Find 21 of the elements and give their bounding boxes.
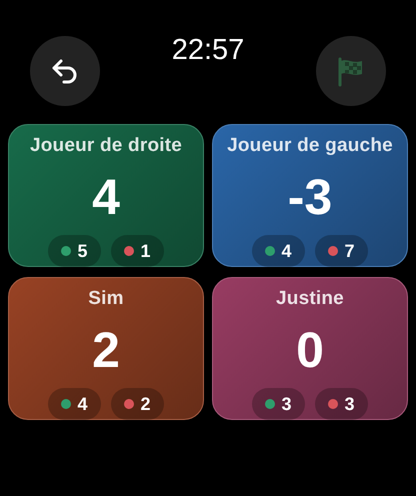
- player-card[interactable]: Joueur de gauche -3 4 7: [212, 124, 408, 267]
- player-card[interactable]: Sim 2 4 2: [8, 277, 204, 420]
- player-name: Justine: [276, 288, 344, 311]
- count-value: 5: [77, 242, 88, 260]
- count-value: 1: [140, 242, 150, 260]
- player-card[interactable]: Joueur de droite 4 5 1: [8, 124, 204, 267]
- player-name: Sim: [88, 288, 124, 311]
- player-score: 0: [296, 324, 324, 375]
- count-value: 3: [281, 394, 292, 413]
- count-value: 3: [344, 394, 354, 413]
- count-value: 4: [281, 242, 292, 260]
- count-value: 4: [77, 394, 88, 413]
- player-name: Joueur de gauche: [227, 135, 393, 158]
- count-value: 2: [140, 394, 150, 413]
- clock-time: 22:57: [172, 33, 244, 68]
- player-score: 4: [92, 172, 120, 222]
- player-name: Joueur de droite: [30, 135, 182, 158]
- player-score: -3: [288, 172, 332, 222]
- player-card[interactable]: Justine 0 3 3: [212, 277, 408, 420]
- count-value: 7: [344, 242, 354, 260]
- player-score: 2: [92, 324, 120, 375]
